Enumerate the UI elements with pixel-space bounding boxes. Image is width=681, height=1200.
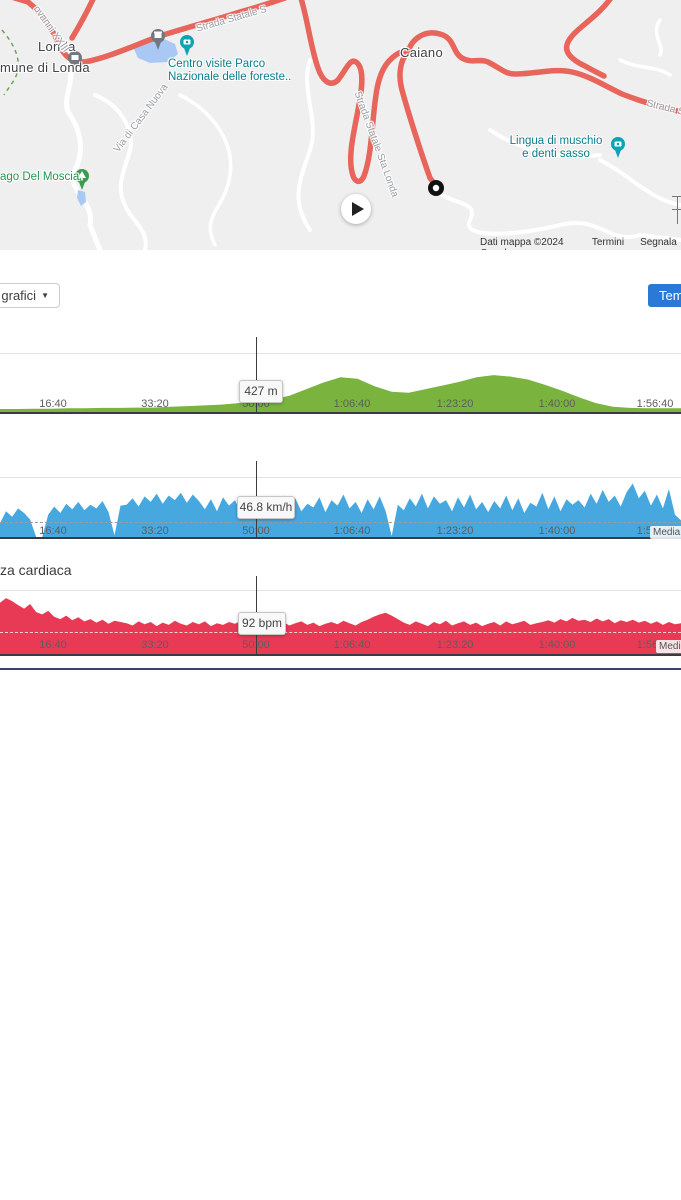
speed-chart[interactable] — [0, 477, 681, 537]
section-divider — [0, 668, 681, 670]
heart-rate-axis-line — [0, 654, 681, 656]
heart_rate-area — [0, 598, 681, 654]
heart-rate-average-line — [0, 632, 681, 633]
report-link[interactable]: Segnala un — [640, 237, 681, 250]
town-label-caiano: Caiano — [400, 45, 443, 60]
poi-label-lingua: Lingua di muschio e denti sasso — [506, 135, 606, 161]
elevation-area — [0, 375, 681, 412]
elevation-axis-line — [0, 412, 681, 414]
chevron-down-icon: ▼ — [41, 291, 49, 300]
map-attribution: Dati mappa ©2024 Google Termini Segnala … — [480, 237, 681, 250]
elevation-chart[interactable] — [0, 353, 681, 412]
play-icon — [352, 202, 364, 216]
speed-axis-line — [0, 537, 681, 539]
speed-area — [0, 484, 681, 538]
photo-pin-centro-icon — [180, 35, 194, 56]
heart-rate-heading: za cardiaca — [0, 562, 72, 578]
terms-link[interactable]: Termini — [592, 237, 624, 250]
poi-label-centro-visite: Centro visite Parco Nazionale delle fore… — [168, 58, 291, 84]
charts-dropdown-label: a grafici — [0, 288, 36, 303]
speed-tooltip: 46.8 km/h — [237, 496, 295, 519]
heart-rate-average-label: Media — [656, 640, 681, 653]
poi-label-lago: ago Del Moscia — [0, 171, 79, 183]
elevation-tooltip: 427 m — [239, 380, 283, 403]
heart-rate-chart[interactable] — [0, 590, 681, 654]
time-toggle-button[interactable]: Tempo — [648, 284, 681, 307]
speed-average-label: Media — [650, 526, 681, 539]
activity-analysis-page: Londa Caiano mune di Londa Centro visite… — [0, 0, 681, 1200]
play-button[interactable] — [341, 194, 371, 224]
speed-average-line — [0, 522, 681, 523]
map-data-attribution: Dati mappa ©2024 Google — [480, 237, 576, 250]
map-scale — [672, 196, 681, 224]
map-container[interactable]: Londa Caiano mune di Londa Centro visite… — [0, 0, 681, 250]
heart-rate-tooltip: 92 bpm — [238, 612, 286, 635]
photo-pin-lingua-icon — [611, 137, 625, 158]
charts-dropdown-button[interactable]: a grafici ▼ — [0, 283, 60, 308]
poi-label-comune: mune di Londa — [0, 60, 90, 75]
position-marker-icon — [428, 180, 444, 196]
